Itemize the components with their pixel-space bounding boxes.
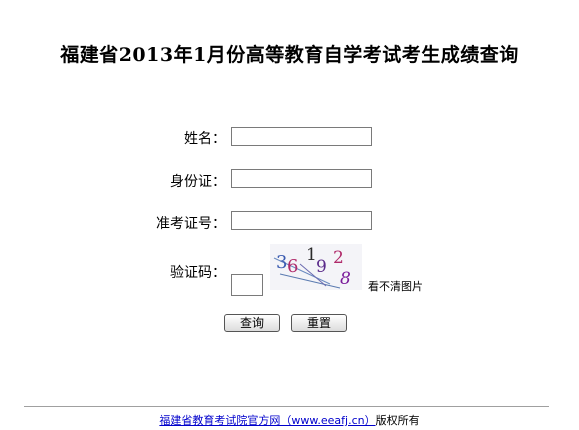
footer: 福建省教育考试院官方网（www.eeafj.cn）版权所有 [0,412,579,428]
id-card-input[interactable] [231,169,372,188]
captcha-label: 验证码： [170,265,226,281]
captcha-char: 3 [276,252,287,273]
captcha-image[interactable]: 3 6 1 9 2 8 [270,244,362,290]
captcha-char: 9 [316,257,327,277]
footer-divider [24,406,549,407]
refresh-captcha-link[interactable]: 看不清图片 [368,278,423,294]
query-button[interactable]: 查询 [224,314,280,332]
name-label: 姓名： [184,131,226,147]
copyright-text: 版权所有 [375,414,420,427]
captcha-char: 8 [340,269,351,289]
name-input[interactable] [231,127,372,146]
exam-number-label: 准考证号： [156,216,226,232]
id-card-label: 身份证： [170,174,226,190]
captcha-char: 2 [333,248,344,268]
reset-button[interactable]: 重置 [291,314,347,332]
captcha-char: 6 [287,256,298,277]
exam-number-input[interactable] [231,211,372,230]
captcha-input[interactable] [231,274,263,296]
page-title: 福建省2013年1月份高等教育自学考试考生成绩查询 [60,44,519,66]
official-site-link[interactable]: 福建省教育考试院官方网（www.eeafj.cn） [159,414,375,427]
